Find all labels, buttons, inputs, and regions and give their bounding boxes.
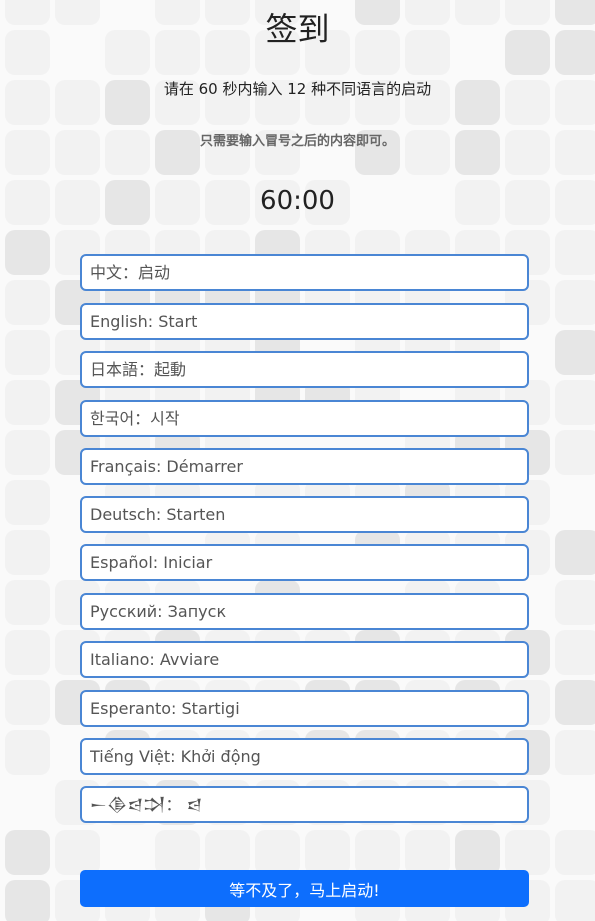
instruction-text: 请在 60 秒内输入 12 种不同语言的启动 — [163, 80, 432, 98]
page-title: 签到 — [265, 10, 330, 48]
input-japanese[interactable] — [80, 351, 529, 388]
input-chinese[interactable] — [80, 254, 529, 291]
input-italian[interactable] — [80, 641, 529, 678]
input-esperanto[interactable] — [80, 690, 529, 727]
input-vietnamese[interactable] — [80, 738, 529, 775]
countdown-timer: 60:00 — [260, 186, 335, 216]
input-russian[interactable] — [80, 593, 529, 630]
hint-text: 只需要输入冒号之后的内容即可。 — [199, 134, 395, 149]
input-french[interactable] — [80, 448, 529, 485]
input-cuneiform[interactable] — [80, 786, 529, 823]
input-korean[interactable] — [80, 400, 529, 437]
input-german[interactable] — [80, 496, 529, 533]
start-now-button[interactable]: 等不及了，马上启动! — [80, 870, 529, 907]
input-spanish[interactable] — [80, 544, 529, 581]
input-english[interactable] — [80, 303, 529, 340]
